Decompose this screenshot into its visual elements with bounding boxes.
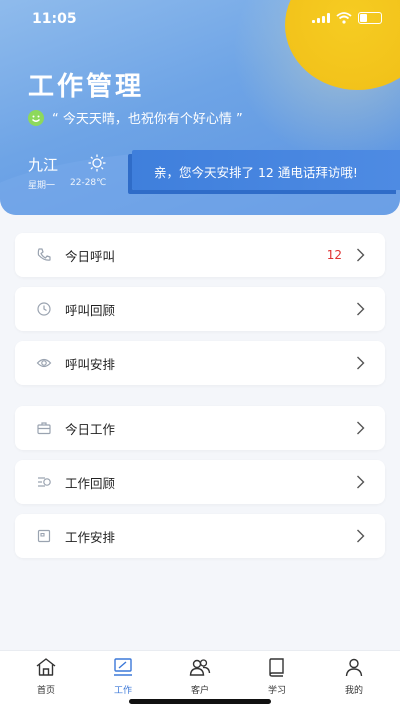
today-calls-count: 12 — [326, 248, 342, 262]
chevron-right-icon — [357, 356, 365, 370]
banner-text: 亲，您今天安排了 12 通电话拜访哦! — [154, 165, 358, 180]
customers-icon — [189, 659, 211, 676]
status-icons — [312, 12, 382, 24]
status-bar: 11:05 — [0, 0, 400, 36]
menu-item-call-schedule[interactable]: 呼叫安排 — [15, 341, 385, 385]
menu-item-label: 呼叫安排 — [65, 356, 116, 372]
weather-widget: 九江 星期一 22-28℃ — [28, 154, 106, 191]
menu-item-call-review[interactable]: 呼叫回顾 — [15, 287, 385, 331]
chevron-right-icon — [357, 248, 365, 262]
motto-text: “ 今天天晴，也祝你有个好心情 ” — [52, 112, 243, 127]
menu-item-work-review[interactable]: 工作回顾 — [15, 460, 385, 504]
smile-icon — [28, 109, 44, 126]
menu-item-today-calls[interactable]: 今日呼叫 12 — [15, 233, 385, 277]
call-reminder-banner[interactable]: 亲，您今天安排了 12 通电话拜访哦! — [132, 150, 400, 190]
tab-work[interactable]: 工作 — [93, 657, 153, 696]
profile-icon — [345, 658, 363, 677]
home-indicator[interactable] — [129, 699, 271, 704]
book-icon — [269, 658, 284, 677]
calendar-icon — [35, 527, 53, 545]
menu-item-label: 呼叫回顾 — [65, 302, 116, 318]
wifi-icon — [336, 12, 352, 24]
menu-item-label: 工作回顾 — [65, 475, 116, 491]
motto: “ 今天天晴，也祝你有个好心情 ” — [28, 108, 243, 127]
temperature: 22-28℃ — [70, 178, 107, 188]
city-name: 九江 — [28, 156, 59, 174]
tab-home[interactable]: 首页 — [16, 657, 76, 696]
chevron-right-icon — [357, 529, 365, 543]
work-icon — [114, 658, 132, 676]
signal-icon — [312, 13, 330, 23]
menu-item-label: 今日呼叫 — [65, 248, 116, 264]
sunny-icon — [88, 154, 106, 172]
tab-study[interactable]: 学习 — [247, 657, 307, 696]
weekday: 星期一 — [28, 181, 56, 191]
briefcase-icon — [35, 419, 53, 437]
chevron-right-icon — [357, 302, 365, 316]
status-time: 11:05 — [32, 11, 77, 27]
clock-icon — [35, 300, 53, 318]
home-icon — [36, 658, 56, 676]
tab-label: 客户 — [190, 686, 209, 696]
header: 11:05 工作管理 “ 今天天晴，也祝你有个好心情 ” 九江 星期一 22-2… — [0, 0, 400, 215]
chevron-right-icon — [357, 475, 365, 489]
chevron-right-icon — [357, 421, 365, 435]
tab-profile[interactable]: 我的 — [324, 657, 384, 696]
tab-label: 我的 — [344, 686, 363, 696]
battery-icon — [358, 12, 382, 24]
tab-label: 学习 — [267, 686, 286, 696]
menu-item-today-work[interactable]: 今日工作 — [15, 406, 385, 450]
menu-item-label: 工作安排 — [65, 529, 116, 545]
menu-item-label: 今日工作 — [65, 421, 116, 437]
eye-icon — [35, 354, 53, 372]
review-icon — [35, 473, 53, 491]
menu-item-work-schedule[interactable]: 工作安排 — [15, 514, 385, 558]
phone-icon — [35, 246, 53, 264]
page-title: 工作管理 — [28, 72, 145, 102]
tab-customers[interactable]: 客户 — [170, 657, 230, 696]
tab-label: 首页 — [36, 686, 55, 696]
tab-label: 工作 — [113, 686, 132, 696]
